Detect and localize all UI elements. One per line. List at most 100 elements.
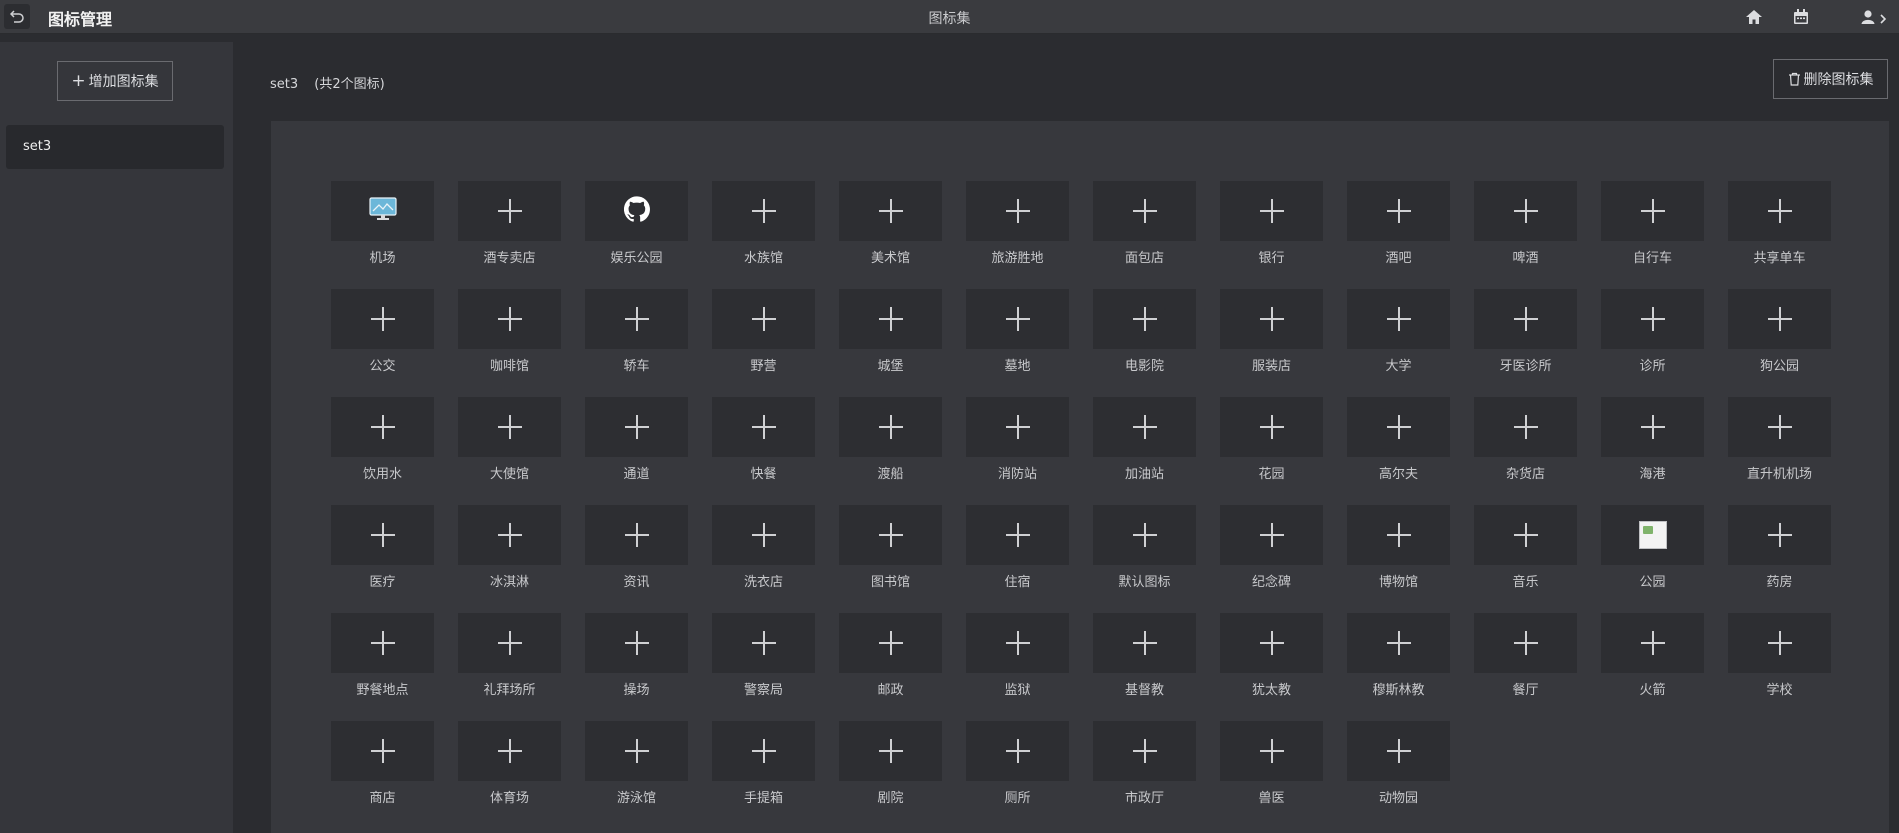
- icon-slot[interactable]: [1601, 505, 1704, 565]
- sidebar-item-set3[interactable]: set3: [6, 125, 224, 169]
- icon-slot[interactable]: [1220, 289, 1323, 349]
- icon-slot[interactable]: [839, 289, 942, 349]
- icon-tile[interactable]: 纪念碑: [1220, 505, 1323, 590]
- icon-tile[interactable]: 咖啡馆: [458, 289, 561, 374]
- icon-slot[interactable]: [331, 397, 434, 457]
- icon-slot[interactable]: [1474, 289, 1577, 349]
- icon-tile[interactable]: 墓地: [966, 289, 1069, 374]
- icon-slot[interactable]: [1474, 181, 1577, 241]
- icon-slot[interactable]: [1728, 289, 1831, 349]
- icon-tile[interactable]: 图书馆: [839, 505, 942, 590]
- icon-tile[interactable]: 动物园: [1347, 721, 1450, 806]
- icon-slot[interactable]: [1093, 181, 1196, 241]
- icon-slot[interactable]: [839, 721, 942, 781]
- icon-tile[interactable]: 饮用水: [331, 397, 434, 482]
- icon-tile[interactable]: 诊所: [1601, 289, 1704, 374]
- icon-slot[interactable]: [966, 613, 1069, 673]
- icon-slot[interactable]: [585, 613, 688, 673]
- icon-slot[interactable]: [839, 397, 942, 457]
- icon-tile[interactable]: 美术馆: [839, 181, 942, 266]
- icon-slot[interactable]: [966, 181, 1069, 241]
- icon-tile[interactable]: 手提箱: [712, 721, 815, 806]
- home-icon[interactable]: [1743, 6, 1765, 28]
- icon-tile[interactable]: 共享单车: [1728, 181, 1831, 266]
- icon-tile[interactable]: 电影院: [1093, 289, 1196, 374]
- icon-tile[interactable]: 大使馆: [458, 397, 561, 482]
- icon-slot[interactable]: [839, 613, 942, 673]
- icon-tile[interactable]: 酒吧: [1347, 181, 1450, 266]
- icon-tile[interactable]: 资讯: [585, 505, 688, 590]
- icon-tile[interactable]: 银行: [1220, 181, 1323, 266]
- icon-slot[interactable]: [966, 289, 1069, 349]
- icon-slot[interactable]: [1347, 613, 1450, 673]
- icon-slot[interactable]: [1220, 505, 1323, 565]
- icon-slot[interactable]: [1474, 397, 1577, 457]
- icon-slot[interactable]: [585, 505, 688, 565]
- icon-tile[interactable]: 市政厅: [1093, 721, 1196, 806]
- icon-tile[interactable]: 花园: [1220, 397, 1323, 482]
- icon-slot[interactable]: [1347, 721, 1450, 781]
- icon-slot[interactable]: [1093, 505, 1196, 565]
- icon-tile[interactable]: 野餐地点: [331, 613, 434, 698]
- icon-slot[interactable]: [1601, 397, 1704, 457]
- icon-slot[interactable]: [712, 505, 815, 565]
- icon-slot[interactable]: [1093, 397, 1196, 457]
- icon-tile[interactable]: 牙医诊所: [1474, 289, 1577, 374]
- icon-slot[interactable]: [712, 289, 815, 349]
- back-button[interactable]: [4, 4, 30, 29]
- icon-tile[interactable]: 野营: [712, 289, 815, 374]
- icon-slot[interactable]: [839, 505, 942, 565]
- icon-tile[interactable]: 加油站: [1093, 397, 1196, 482]
- icon-tile[interactable]: 礼拜场所: [458, 613, 561, 698]
- icon-slot[interactable]: [458, 721, 561, 781]
- icon-slot[interactable]: [1347, 289, 1450, 349]
- icon-slot[interactable]: [458, 505, 561, 565]
- icon-tile[interactable]: 酒专卖店: [458, 181, 561, 266]
- icon-tile[interactable]: 学校: [1728, 613, 1831, 698]
- icon-tile[interactable]: 娱乐公园: [585, 181, 688, 266]
- icon-slot[interactable]: [331, 289, 434, 349]
- icon-slot[interactable]: [712, 397, 815, 457]
- icon-slot[interactable]: [458, 397, 561, 457]
- icon-tile[interactable]: 默认图标: [1093, 505, 1196, 590]
- icon-tile[interactable]: 通道: [585, 397, 688, 482]
- icon-slot[interactable]: [1347, 505, 1450, 565]
- icon-tile[interactable]: 商店: [331, 721, 434, 806]
- icon-tile[interactable]: 药房: [1728, 505, 1831, 590]
- icon-tile[interactable]: 快餐: [712, 397, 815, 482]
- icon-tile[interactable]: 操场: [585, 613, 688, 698]
- icon-slot[interactable]: [1474, 505, 1577, 565]
- icon-tile[interactable]: 面包店: [1093, 181, 1196, 266]
- calendar-icon[interactable]: [1790, 6, 1812, 28]
- icon-tile[interactable]: 体育场: [458, 721, 561, 806]
- icon-slot[interactable]: [839, 181, 942, 241]
- icon-slot[interactable]: [1220, 397, 1323, 457]
- icon-slot[interactable]: [458, 289, 561, 349]
- icon-slot[interactable]: [1601, 289, 1704, 349]
- icon-tile[interactable]: 城堡: [839, 289, 942, 374]
- icon-slot[interactable]: [1728, 181, 1831, 241]
- icon-tile[interactable]: 冰淇淋: [458, 505, 561, 590]
- icon-slot[interactable]: [1728, 505, 1831, 565]
- icon-tile[interactable]: 音乐: [1474, 505, 1577, 590]
- icon-tile[interactable]: 啤酒: [1474, 181, 1577, 266]
- icon-slot[interactable]: [331, 721, 434, 781]
- icon-tile[interactable]: 邮政: [839, 613, 942, 698]
- icon-tile[interactable]: 杂货店: [1474, 397, 1577, 482]
- icon-tile[interactable]: 医疗: [331, 505, 434, 590]
- icon-slot[interactable]: [331, 505, 434, 565]
- icon-tile[interactable]: 自行车: [1601, 181, 1704, 266]
- icon-tile[interactable]: 博物馆: [1347, 505, 1450, 590]
- icon-slot[interactable]: [1728, 397, 1831, 457]
- icon-tile[interactable]: 犹太教: [1220, 613, 1323, 698]
- icon-tile[interactable]: 兽医: [1220, 721, 1323, 806]
- icon-tile[interactable]: 监狱: [966, 613, 1069, 698]
- icon-slot[interactable]: [331, 181, 434, 241]
- icon-slot[interactable]: [712, 721, 815, 781]
- icon-slot[interactable]: [1347, 397, 1450, 457]
- icon-tile[interactable]: 公园: [1601, 505, 1704, 590]
- icon-slot[interactable]: [1093, 721, 1196, 781]
- icon-tile[interactable]: 狗公园: [1728, 289, 1831, 374]
- icon-tile[interactable]: 洗衣店: [712, 505, 815, 590]
- icon-tile[interactable]: 服装店: [1220, 289, 1323, 374]
